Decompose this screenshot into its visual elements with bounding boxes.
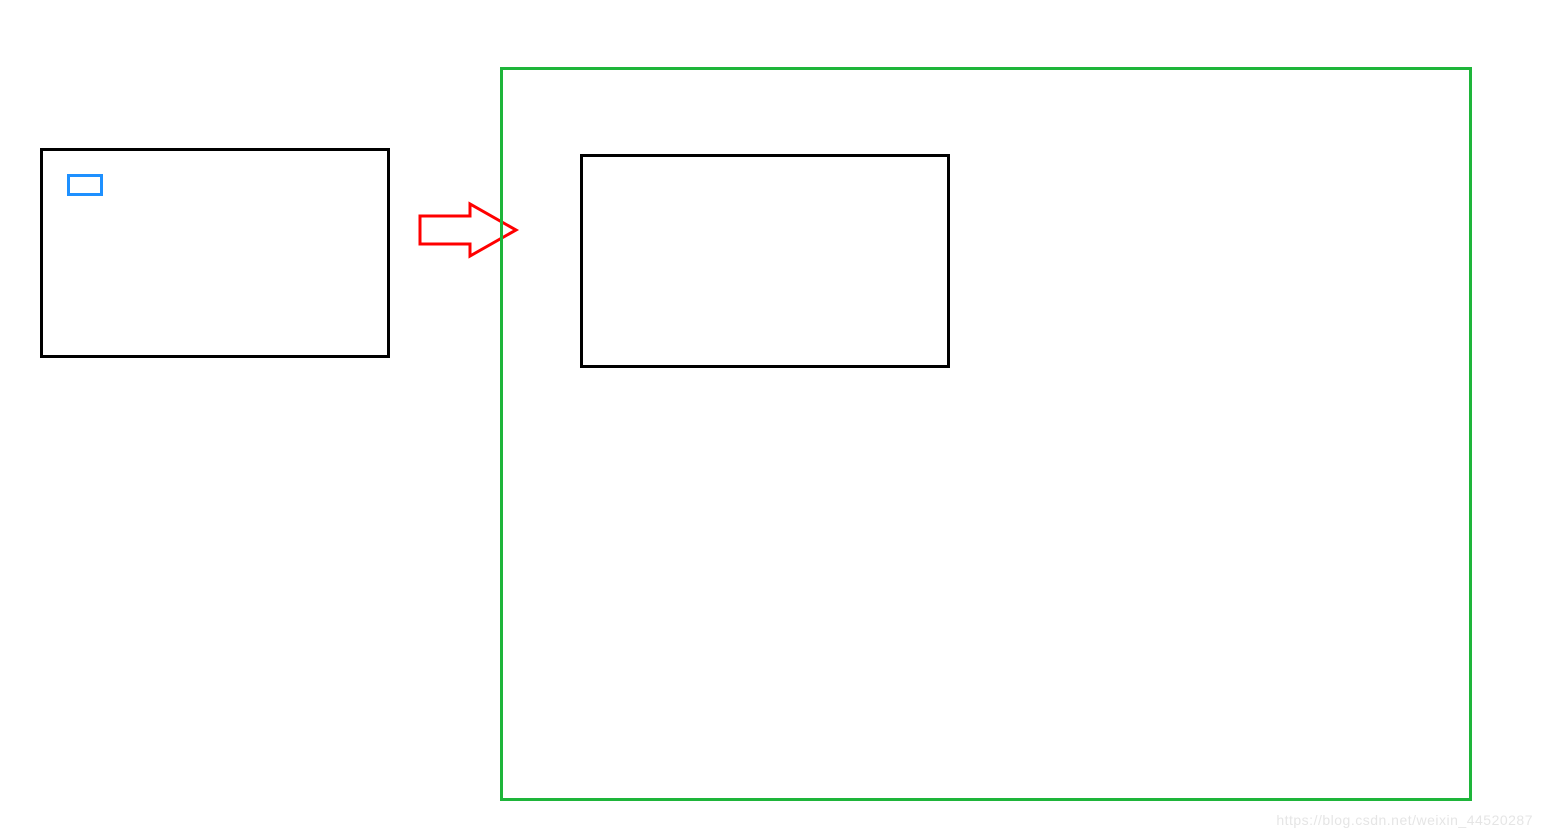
big-highlight-box [580,154,950,368]
small-highlight-box [67,174,103,196]
watermark-text: https://blog.csdn.net/weixin_44520287 [1276,812,1533,828]
